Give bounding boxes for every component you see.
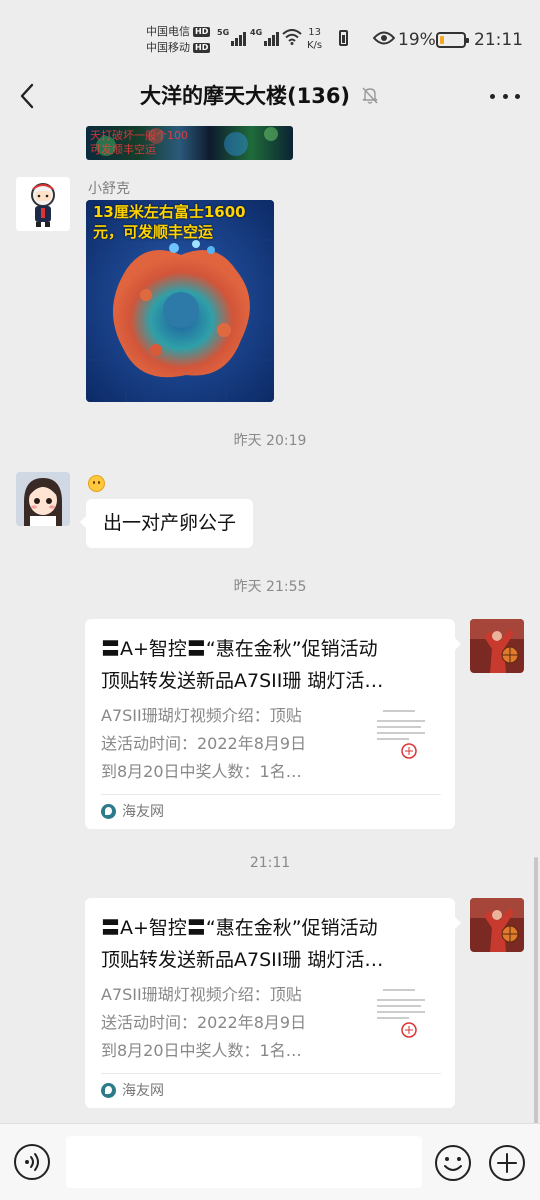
eye-icon [373,31,395,45]
chat-title[interactable]: 大洋的摩天大楼(136) [140,80,350,110]
card-title-line: 〓A+智控〓“惠在金秋”促销活动 [101,917,378,939]
card-source-name: 海友网 [122,804,164,820]
source-logo-icon [101,803,116,819]
astronaut-avatar [16,177,70,231]
card-desc-line: A7SII珊瑚灯视频介绍：顶贴 [101,706,302,725]
carrier-info: 中国电信 HD 中国移动 HD [146,24,211,56]
image-caption: 13厘米左右富士1600元，可发顺丰空运 [93,203,246,241]
signal-icon: 4G [250,28,280,46]
battery-fill [440,36,444,44]
chat-title-group: 大洋的摩天大楼(136) [140,80,380,110]
carrier-2: 中国移动 [146,41,190,54]
card-description: A7SII珊瑚灯视频介绍：顶贴 送活动时间：2022年8月9日 到8月20日中奖… [101,702,345,786]
more-icon[interactable] [490,86,520,106]
wifi-icon [282,29,302,45]
timestamp: 昨天 20:19 [233,433,307,449]
hd-badge: HD [193,43,211,53]
basketball-avatar [470,898,524,952]
voice-icon [25,1153,39,1171]
card-divider [101,1073,441,1074]
card-thumbnail [369,703,433,767]
signal-label: 5G [217,28,230,37]
card-desc-line: 到8月20日中奖人数：1名… [101,762,302,781]
network-speed: 13 K/s [307,26,322,52]
card-description: A7SII珊瑚灯视频介绍：顶贴 送活动时间：2022年8月9日 到8月20日中奖… [101,981,345,1065]
avatar-self[interactable] [470,619,524,673]
message-image[interactable]: 13厘米左右富士1600元，可发顺丰空运 [86,200,274,402]
link-card[interactable]: 〓A+智控〓“惠在金秋”促销活动 顶贴转发送新品A7SII珊 瑚灯活… A7SI… [85,898,461,1108]
smile-emoji-icon [88,475,105,492]
avatar-self[interactable] [470,898,524,952]
card-desc-line: 送活动时间：2022年8月9日 [101,734,307,753]
net-speed-unit: K/s [307,40,323,51]
card-source: 海友网 [101,801,164,821]
image-caption: 天打破坏一般个100 可发顺丰空运 [90,129,188,156]
card-desc-line: 送活动时间：2022年8月9日 [101,1013,307,1032]
voice-button[interactable] [14,1144,50,1180]
chat-header: 大洋的摩天大楼(136) [0,72,540,120]
card-title: 〓A+智控〓“惠在金秋”促销活动 顶贴转发送新品A7SII珊 瑚灯活… [101,912,441,976]
battery-saver-icon [339,30,348,46]
message-input[interactable] [66,1136,422,1188]
signal-label: 4G [250,28,263,37]
status-time: 21:11 [474,30,523,50]
timestamp: 昨天 21:55 [233,579,307,595]
signal-icon: 5G [217,28,247,46]
battery-percent: 19% [398,30,436,50]
card-title-line: 顶贴转发送新品A7SII珊 瑚灯活… [101,670,384,692]
timestamp: 21:11 [249,855,291,871]
card-source-name: 海友网 [122,1083,164,1099]
source-logo-icon [101,1082,116,1098]
emoji-icon[interactable] [434,1144,472,1182]
avatar[interactable] [16,177,70,231]
card-desc-line: A7SII珊瑚灯视频介绍：顶贴 [101,985,302,1004]
sender-name: 小舒克 [88,181,130,197]
carrier-1: 中国电信 [146,25,190,38]
battery-icon [436,32,469,48]
card-title: 〓A+智控〓“惠在金秋”促销活动 顶贴转发送新品A7SII珊 瑚灯活… [101,633,441,697]
basketball-avatar [470,619,524,673]
message-input-bar [0,1123,540,1200]
card-thumbnail [369,982,433,1046]
scrollbar[interactable] [534,857,538,1123]
message-text: 出一对产卵公子 [103,512,237,534]
card-title-line: 顶贴转发送新品A7SII珊 瑚灯活… [101,949,384,971]
avatar[interactable] [16,472,70,526]
back-icon[interactable] [14,81,44,111]
status-bar: 中国电信 HD 中国移动 HD 5G 4G 13 K/s 19% 21:11 [0,0,540,72]
message-bubble[interactable]: 出一对产卵公子 [79,499,254,548]
message-image[interactable]: 天打破坏一般个100 可发顺丰空运 [86,126,293,160]
link-card[interactable]: 〓A+智控〓“惠在金秋”促销活动 顶贴转发送新品A7SII珊 瑚灯活… A7SI… [85,619,461,829]
hd-badge: HD [193,27,211,37]
card-divider [101,794,441,795]
net-speed-value: 13 [308,27,321,38]
plus-icon[interactable] [488,1144,526,1182]
card-title-line: 〓A+智控〓“惠在金秋”促销活动 [101,638,378,660]
mute-bell-icon [362,87,378,104]
chat-message-list[interactable]: 天打破坏一般个100 可发顺丰空运 小舒克 13厘米左右富士1600元，可发顺丰… [0,120,540,1123]
card-desc-line: 到8月20日中奖人数：1名… [101,1041,302,1060]
card-source: 海友网 [101,1080,164,1100]
cartoon-girl-avatar [16,472,70,526]
